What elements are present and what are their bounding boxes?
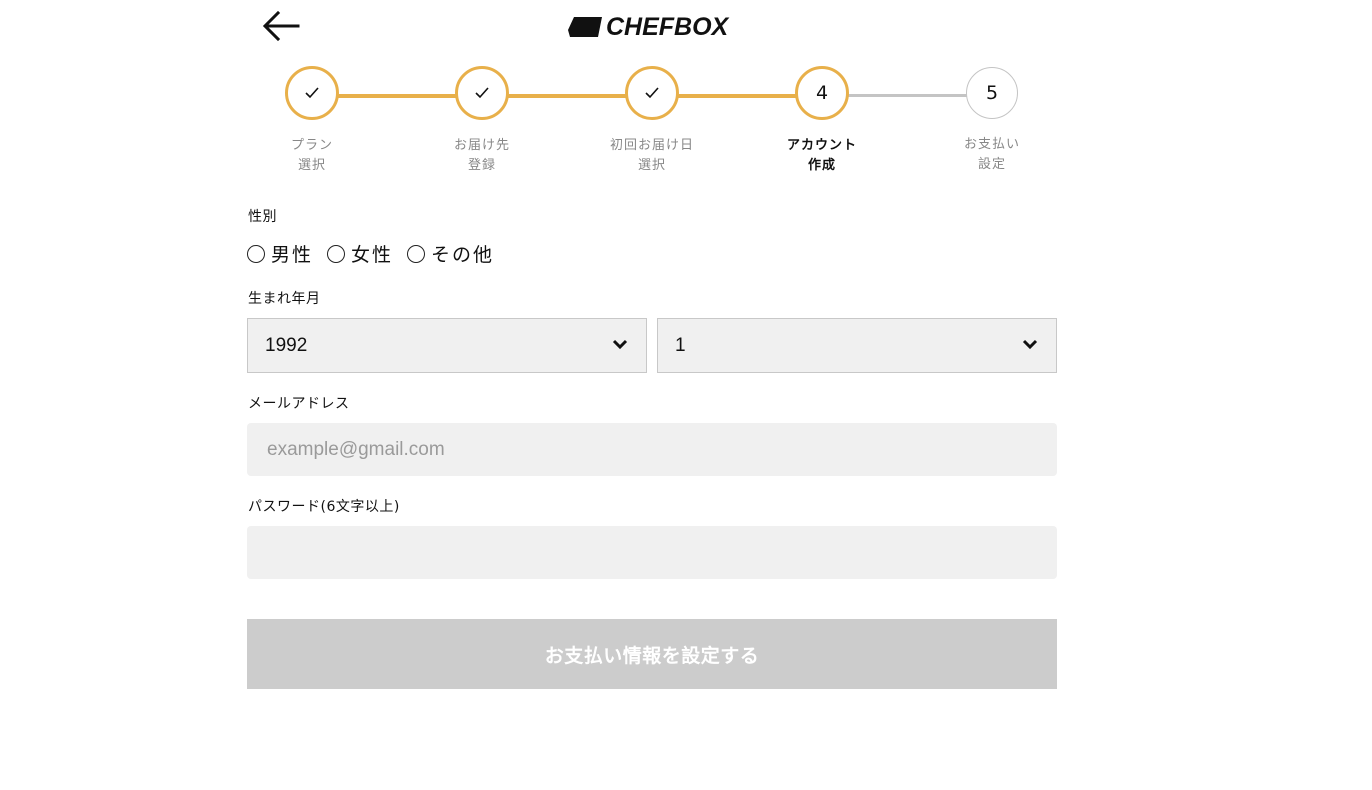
step-circle-4: 4 bbox=[795, 66, 849, 120]
password-field[interactable] bbox=[247, 526, 1057, 579]
gender-option-other[interactable]: その他 bbox=[407, 240, 494, 267]
step-account-creation: 4 アカウント 作成 bbox=[757, 66, 887, 176]
logo-text: CHEFBOX bbox=[606, 12, 729, 41]
arrow-left-icon bbox=[262, 10, 300, 42]
password-label: パスワード(6文字以上) bbox=[248, 499, 400, 515]
step-delivery-address: お届け先 登録 bbox=[417, 66, 547, 176]
birth-year-value: 1992 bbox=[265, 335, 308, 356]
step-circle-3 bbox=[625, 66, 679, 120]
set-payment-info-button[interactable]: お支払い情報を設定する bbox=[247, 619, 1057, 689]
back-button[interactable] bbox=[258, 6, 302, 46]
step-payment-settings: 5 お支払い 設定 bbox=[927, 66, 1057, 175]
check-icon bbox=[645, 87, 659, 99]
step-plan: プラン 選択 bbox=[247, 66, 377, 176]
account-creation-page: CHEFBOX プラン 選択 お届け先 登録 初回お届け日 選択 4 アカウント… bbox=[0, 0, 1372, 790]
birth-label: 生まれ年月 bbox=[248, 291, 321, 307]
gender-option-female[interactable]: 女性 bbox=[327, 240, 393, 267]
step-circle-2 bbox=[455, 66, 509, 120]
gender-option-male[interactable]: 男性 bbox=[247, 240, 313, 267]
step-label-3: 初回お届け日 選択 bbox=[609, 138, 694, 173]
step-circle-1 bbox=[285, 66, 339, 120]
chevron-down-icon bbox=[1022, 339, 1038, 350]
radio-button[interactable] bbox=[407, 244, 426, 263]
step-label-4: アカウント 作成 bbox=[786, 138, 857, 173]
gender-label: 性別 bbox=[248, 209, 277, 225]
step-label-1: プラン 選択 bbox=[290, 138, 333, 173]
step-label-5: お支払い 設定 bbox=[963, 137, 1020, 172]
step-circle-5: 5 bbox=[966, 67, 1018, 119]
chevron-down-icon bbox=[612, 339, 628, 350]
birth-month-select[interactable]: 1 bbox=[657, 318, 1057, 373]
step-first-delivery-date: 初回お届け日 選択 bbox=[587, 66, 717, 176]
progress-stepper: プラン 選択 お届け先 登録 初回お届け日 選択 4 アカウント 作成 5 お支… bbox=[247, 66, 1057, 186]
email-field[interactable] bbox=[247, 423, 1057, 476]
gender-radio-group: 男性 女性 その他 bbox=[247, 240, 508, 267]
check-icon bbox=[305, 87, 319, 99]
logo-mark-icon bbox=[568, 17, 602, 37]
birth-month-value: 1 bbox=[675, 335, 686, 356]
radio-button[interactable] bbox=[327, 244, 346, 263]
chefbox-logo: CHEFBOX bbox=[568, 12, 728, 42]
radio-button[interactable] bbox=[247, 244, 265, 263]
email-label: メールアドレス bbox=[248, 396, 350, 412]
birth-year-select[interactable]: 1992 bbox=[247, 318, 647, 373]
check-icon bbox=[475, 87, 489, 99]
step-label-2: お届け先 登録 bbox=[453, 138, 510, 173]
